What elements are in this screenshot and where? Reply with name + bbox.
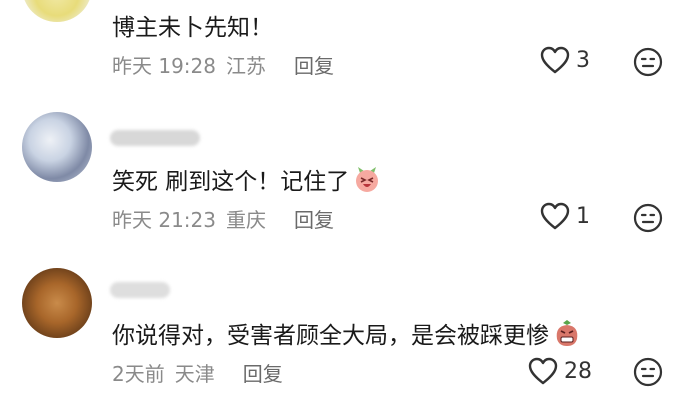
heart-outline-icon [540, 202, 570, 230]
like-count: 1 [576, 203, 590, 229]
comment-text: 博主未卜先知！ [112, 8, 273, 42]
like-button[interactable]: 28 [528, 357, 592, 385]
grimace-emoji [556, 320, 578, 346]
username-blurred[interactable] [110, 282, 170, 298]
comment-date: 2天前 [112, 362, 165, 386]
comment-text: 你说得对，受害者顾全大局，是会被踩更惨 [112, 316, 581, 350]
comment-text-content: 你说得对，受害者顾全大局，是会被踩更惨 [112, 323, 549, 349]
comment-date: 昨天 19:28 [112, 54, 216, 78]
comment-text-content: 博主未卜先知！ [112, 15, 273, 41]
comment-date: 昨天 21:23 [112, 208, 216, 232]
comment-text: 笑死 刷到这个！记住了 [112, 162, 381, 196]
heart-outline-icon [528, 357, 558, 385]
avatar[interactable] [22, 112, 92, 182]
comment-location: 天津 [174, 362, 215, 386]
comment-location: 重庆 [226, 208, 266, 232]
heart-outline-icon [540, 46, 570, 74]
comment-meta: 昨天 19:28 江苏 回复 [112, 50, 344, 79]
comment-location: 江苏 [226, 54, 266, 78]
meh-face-icon[interactable] [632, 46, 664, 78]
like-count: 3 [576, 47, 590, 73]
laughing-cat-emoji [356, 167, 379, 192]
avatar[interactable] [22, 268, 92, 338]
like-button[interactable]: 1 [540, 202, 590, 230]
like-button[interactable]: 3 [540, 46, 590, 74]
reply-button[interactable]: 回复 [243, 358, 283, 387]
reply-button[interactable]: 回复 [294, 50, 334, 79]
comment-meta: 2天前 天津 回复 [112, 358, 293, 387]
like-count: 28 [564, 358, 592, 384]
comment-text-content: 笑死 刷到这个！记住了 [112, 169, 350, 195]
meh-face-icon[interactable] [632, 202, 664, 234]
reply-button[interactable]: 回复 [294, 204, 334, 233]
username-blurred[interactable] [110, 130, 200, 146]
comment-meta: 昨天 21:23 重庆 回复 [112, 204, 344, 233]
avatar[interactable] [22, 0, 92, 22]
meh-face-icon[interactable] [632, 356, 664, 388]
